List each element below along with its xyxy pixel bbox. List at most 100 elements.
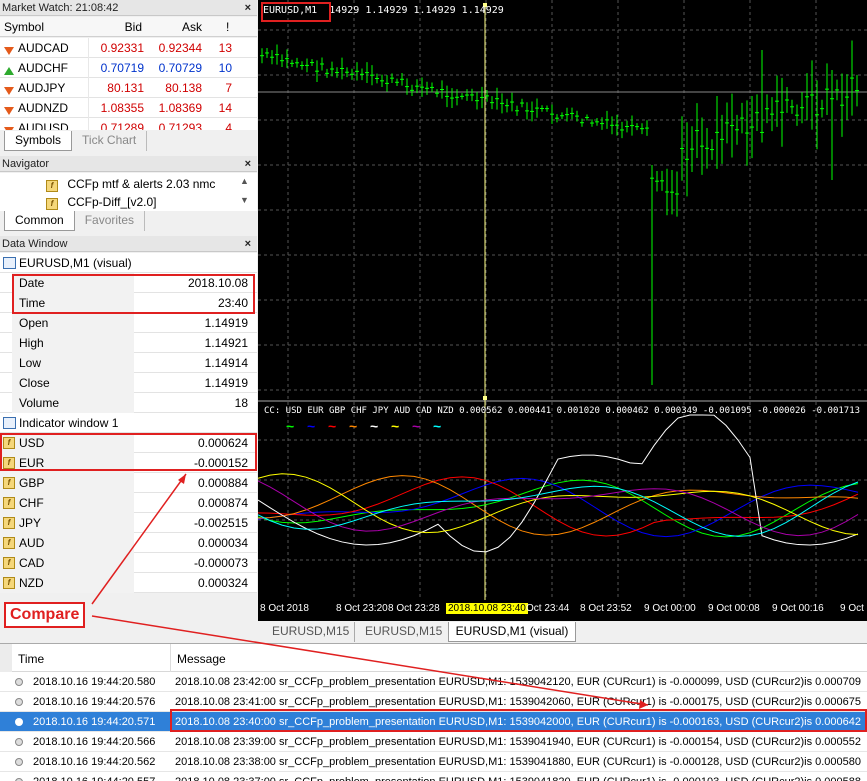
data-window-symbol: EURUSD,M1 (visual) bbox=[19, 256, 132, 270]
log-status-icon bbox=[15, 738, 23, 746]
column-divider bbox=[88, 118, 89, 130]
navigator-item[interactable]: f CCFp mtf & alerts 2.03 nmc bbox=[46, 176, 215, 192]
indicator-icon: f bbox=[46, 198, 58, 210]
log-time: 2018.10.16 19:44:20.571 bbox=[33, 716, 156, 728]
currency-label: JPY bbox=[19, 516, 42, 530]
col-bid[interactable]: Bid bbox=[90, 17, 142, 37]
bid-value: 1.08355 bbox=[100, 101, 144, 115]
bid-value: 0.92331 bbox=[100, 41, 144, 55]
symbol-name: AUDJPY bbox=[18, 81, 66, 95]
data-window-row: Volume 18 bbox=[0, 393, 257, 413]
currency-value: 0.000874 bbox=[197, 496, 248, 510]
log-time: 2018.10.16 19:44:20.566 bbox=[33, 736, 156, 748]
data-window-row: Low 1.14914 bbox=[0, 353, 257, 373]
tab-symbols[interactable]: Symbols bbox=[4, 131, 73, 151]
bid-value: 0.71289 bbox=[100, 121, 144, 130]
column-divider bbox=[88, 98, 89, 118]
time-axis: 8 Oct 2018 8 Oct 23:20 8 Oct 23:28 2018.10.… bbox=[258, 601, 867, 619]
journal-row[interactable]: 2018.10.16 19:44:20.562 2018.10.08 23:38:… bbox=[0, 752, 867, 772]
scroll-up-icon[interactable]: ▲ bbox=[240, 176, 249, 186]
legend-swatch: ~ bbox=[433, 418, 442, 434]
market-watch-row[interactable]: AUDJPY 80.131 80.138 7 bbox=[0, 78, 257, 98]
data-window-symbol-row: EURUSD,M1 (visual) bbox=[0, 253, 257, 273]
arrow-down-icon bbox=[4, 124, 14, 130]
market-watch-tabs: Symbols Tick Chart bbox=[4, 131, 148, 151]
journal-row[interactable]: 2018.10.16 19:44:20.557 2018.10.08 23:37:… bbox=[0, 772, 867, 781]
indicator-row: f USD 0.000624 bbox=[0, 433, 257, 453]
tab-tick-chart[interactable]: Tick Chart bbox=[72, 131, 148, 151]
col-time[interactable]: Time bbox=[18, 652, 44, 666]
indicator-values: f USD 0.000624 f EUR -0.000152 f GBP 0.000884 f CH… bbox=[0, 433, 257, 593]
col-spread[interactable]: ! bbox=[226, 17, 229, 37]
field-label: Low bbox=[19, 356, 42, 370]
journal-row[interactable]: 2018.10.16 19:44:20.576 2018.10.08 23:41:… bbox=[0, 692, 867, 712]
time-label-highlight: 2018.10.08 23:40 bbox=[446, 603, 528, 614]
close-icon[interactable]: × bbox=[245, 0, 251, 16]
data-window-row: High 1.14921 bbox=[0, 333, 257, 353]
indicator-row: f JPY -0.002515 bbox=[0, 513, 257, 533]
col-ask[interactable]: Ask bbox=[150, 17, 202, 37]
log-status-icon bbox=[15, 698, 23, 706]
journal-row[interactable]: 2018.10.16 19:44:20.566 2018.10.08 23:39:… bbox=[0, 732, 867, 752]
indicator-line bbox=[258, 480, 859, 537]
chart-tabs: EURUSD,M15 EURUSD,M15 EURUSD,M1 (visual) bbox=[258, 622, 867, 642]
currency-label: AUD bbox=[19, 536, 45, 550]
tab-chart-active[interactable]: EURUSD,M1 (visual) bbox=[448, 622, 576, 642]
journal-row[interactable]: 2018.10.16 19:44:20.571 2018.10.08 23:40:… bbox=[0, 712, 867, 732]
chart-area[interactable]: EURUSD,M1 14929 1.14929 1.14929 1.14929 … bbox=[258, 0, 867, 621]
tab-chart-1[interactable]: EURUSD,M15 bbox=[272, 624, 349, 638]
spread-value: 7 bbox=[225, 81, 232, 95]
legend-swatch: ~ bbox=[286, 418, 295, 434]
field-label: Time bbox=[19, 296, 46, 310]
tab-favorites[interactable]: Favorites bbox=[75, 211, 146, 231]
indicator-icon: f bbox=[3, 457, 15, 469]
chart-symbol-label: EURUSD,M1 bbox=[263, 5, 318, 16]
log-message: 2018.10.08 23:41:00 sr_CCFp_problem_pres… bbox=[175, 696, 862, 708]
tab-common[interactable]: Common bbox=[4, 211, 75, 231]
currency-value: 0.000034 bbox=[197, 536, 248, 550]
spread-value: 4 bbox=[225, 121, 232, 130]
indicator-icon: f bbox=[3, 577, 15, 589]
arrow-shape bbox=[4, 107, 14, 115]
price-chart bbox=[258, 0, 867, 600]
market-watch-row[interactable]: AUDUSD 0.71289 0.71293 4 bbox=[0, 118, 257, 130]
ask-value: 0.70729 bbox=[158, 61, 202, 75]
symbol-name: AUDCHF bbox=[18, 61, 68, 75]
field-value: 18 bbox=[234, 396, 248, 410]
col-message[interactable]: Message bbox=[177, 652, 226, 666]
indicator-row: f CHF 0.000874 bbox=[0, 493, 257, 513]
data-window-row: Open 1.14919 bbox=[0, 313, 257, 333]
market-watch-row[interactable]: AUDCAD 0.92331 0.92344 13 bbox=[0, 38, 257, 58]
indicator-line bbox=[258, 476, 859, 537]
market-watch-title-text: Market Watch: 21:08:42 bbox=[2, 2, 119, 14]
close-icon[interactable]: × bbox=[245, 156, 251, 172]
column-divider bbox=[88, 78, 89, 98]
journal-panel: Time Message 2018.10.16 19:44:20.580 2018… bbox=[0, 643, 867, 781]
navigator-item[interactable]: f CCFp-Diff_[v2.0] bbox=[46, 194, 156, 210]
field-value: 1.14921 bbox=[204, 336, 248, 350]
tab-separator bbox=[354, 622, 355, 642]
arrow-shape bbox=[4, 67, 14, 75]
tab-chart-2[interactable]: EURUSD,M15 bbox=[365, 624, 442, 638]
symbol-name: AUDNZD bbox=[18, 101, 68, 115]
close-icon[interactable]: × bbox=[245, 236, 251, 252]
col-symbol[interactable]: Symbol bbox=[4, 17, 44, 37]
legend-swatch: ~ bbox=[412, 418, 421, 434]
chart-icon bbox=[3, 417, 16, 429]
indicator-line bbox=[258, 475, 859, 536]
bid-value: 80.131 bbox=[107, 81, 144, 95]
market-watch-row[interactable]: AUDCHF 0.70719 0.70729 10 bbox=[0, 58, 257, 78]
time-label: 8 Oct 23:52 bbox=[580, 603, 632, 614]
field-value: 1.14919 bbox=[204, 316, 248, 330]
arrow-shape bbox=[4, 47, 14, 55]
navigator-item-label: CCFp-Diff_[v2.0] bbox=[67, 195, 157, 209]
arrow-down-icon bbox=[4, 104, 14, 118]
market-watch-row[interactable]: AUDNZD 1.08355 1.08369 14 bbox=[0, 98, 257, 118]
legend-swatch: ~ bbox=[349, 418, 358, 434]
data-window-row: Close 1.14919 bbox=[0, 373, 257, 393]
scroll-down-icon[interactable]: ▼ bbox=[240, 195, 249, 205]
journal-row[interactable]: 2018.10.16 19:44:20.580 2018.10.08 23:42:… bbox=[0, 672, 867, 692]
currency-label: CAD bbox=[19, 556, 45, 570]
log-message: 2018.10.08 23:37:00 sr_CCFp_problem_pres… bbox=[175, 772, 861, 781]
currency-label: CHF bbox=[19, 496, 44, 510]
